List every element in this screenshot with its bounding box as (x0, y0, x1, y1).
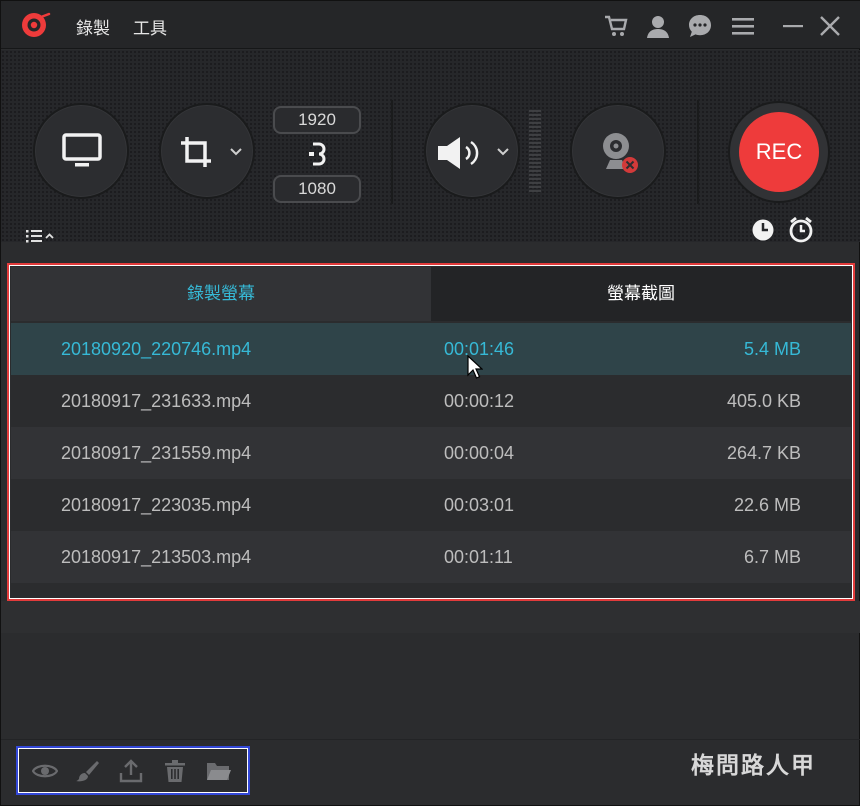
brush-icon[interactable] (75, 759, 101, 783)
watermark-text: 梅問路人甲 (691, 752, 816, 779)
schedule-clock-icon[interactable] (751, 218, 775, 242)
chat-icon[interactable] (687, 13, 713, 39)
recordings-panel: 錄製螢幕 螢幕截圖 20180920_220746.mp4 00:01:46 5… (11, 267, 851, 597)
file-duration: 00:03:01 (444, 495, 515, 515)
list-empty-row (1, 601, 860, 633)
menu-record[interactable]: 錄製 (76, 14, 110, 39)
file-size: 5.4 MB (743, 339, 801, 359)
file-name: 20180920_220746.mp4 (61, 339, 252, 359)
file-row[interactable]: 20180917_231559.mp4 00:00:04 264.7 KB (11, 427, 851, 479)
speaker-icon (438, 137, 479, 169)
hamburger-menu-icon[interactable] (730, 13, 756, 39)
minimize-icon[interactable] (780, 13, 806, 39)
file-duration: 00:00:12 (444, 391, 515, 411)
region-select-button[interactable] (159, 103, 255, 199)
app-logo-icon (21, 11, 51, 39)
height-input[interactable]: 1080 (273, 175, 361, 203)
user-icon[interactable] (645, 13, 671, 39)
audio-button[interactable] (424, 103, 520, 199)
file-name: 20180917_213503.mp4 (61, 547, 252, 567)
tab-recordings[interactable]: 錄製螢幕 (11, 267, 431, 321)
file-row[interactable]: 20180917_231633.mp4 00:00:12 405.0 KB (11, 375, 851, 427)
title-bar: 錄製 工具 (1, 1, 860, 49)
webcam-button[interactable] (570, 103, 666, 199)
file-row[interactable]: 20180917_213503.mp4 00:01:11 6.7 MB (11, 531, 851, 583)
file-row[interactable]: 20180917_223035.mp4 00:03:01 22.6 MB (11, 479, 851, 531)
recording-controls: 1920 1080 REC (1, 50, 860, 244)
alarm-timer-icon[interactable] (788, 216, 814, 244)
width-input[interactable]: 1920 (273, 106, 361, 134)
upload-icon[interactable] (118, 759, 144, 783)
file-name: 20180917_231633.mp4 (61, 391, 252, 411)
file-duration: 00:01:11 (444, 547, 513, 567)
file-size: 405.0 KB (726, 391, 801, 411)
file-row[interactable]: 20180920_220746.mp4 00:01:46 5.4 MB (11, 323, 851, 375)
list-toggle-icon[interactable] (25, 228, 57, 244)
monitor-icon (62, 133, 102, 167)
divider (391, 100, 393, 204)
file-name: 20180917_231559.mp4 (61, 443, 252, 463)
webcam-icon (603, 133, 638, 173)
file-actions-toolbar (16, 746, 250, 795)
link-aspect-icon[interactable] (307, 141, 327, 167)
rec-button[interactable]: REC (728, 101, 830, 203)
chevron-down-icon[interactable] (229, 147, 243, 157)
eye-icon[interactable] (31, 759, 59, 783)
tab-screenshots[interactable]: 螢幕截圖 (431, 267, 851, 321)
rec-label[interactable]: REC (739, 112, 819, 192)
footer-divider (1, 739, 860, 740)
crop-icon (181, 137, 211, 167)
trash-icon[interactable] (162, 759, 188, 783)
file-size: 264.7 KB (726, 443, 801, 463)
folder-icon[interactable] (206, 759, 232, 783)
close-icon[interactable] (817, 13, 843, 39)
divider (697, 100, 699, 204)
file-name: 20180917_223035.mp4 (61, 495, 252, 515)
chevron-down-icon[interactable] (496, 147, 510, 157)
file-duration: 00:01:46 (444, 339, 515, 359)
file-duration: 00:00:04 (444, 443, 515, 463)
file-size: 6.7 MB (743, 547, 801, 567)
menu-tools[interactable]: 工具 (133, 14, 167, 39)
cart-icon[interactable] (603, 13, 629, 39)
audio-level-meter (529, 110, 541, 192)
file-size: 22.6 MB (733, 495, 801, 515)
app-window: 錄製 工具 1920 1080 REC 錄製螢幕 螢幕截圖 20180920_2… (0, 0, 860, 806)
screen-source-button[interactable] (33, 103, 129, 199)
